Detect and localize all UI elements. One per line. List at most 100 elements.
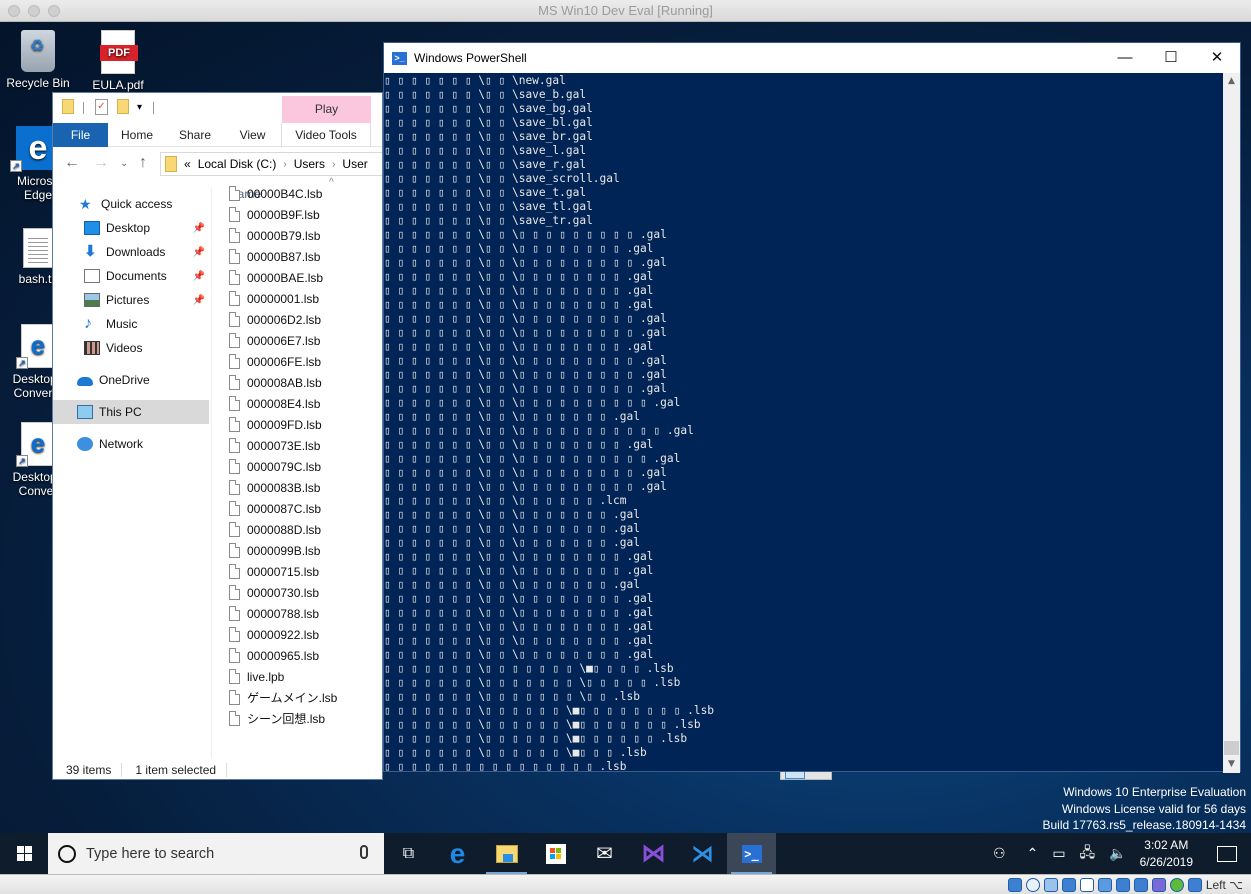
breadcrumb-chevron-icon[interactable]: › [332,159,335,170]
file-list-item[interactable]: live.lpb [229,666,284,687]
minimize-button[interactable]: — [1102,43,1148,73]
address-bar[interactable]: « Local Disk (C:) › Users › User [160,152,382,176]
taskbar-powershell[interactable]: >_ [727,833,776,874]
breadcrumb-chevron-icon[interactable]: › [283,159,286,170]
pin-icon[interactable]: 📌 [193,247,205,258]
file-list-item[interactable]: シーン回想.lsb [229,708,325,729]
taskbar-file-explorer[interactable] [482,833,531,874]
pin-icon[interactable]: 📌 [193,295,205,306]
tab-file[interactable]: File [53,123,108,147]
show-hidden-icons-chevron-icon[interactable]: ⌃ [1027,845,1039,862]
battery-icon[interactable]: ▭ [1052,845,1065,862]
file-list-item[interactable]: 0000099B.lsb [229,540,320,561]
microphone-icon[interactable] [360,845,368,859]
breadcrumb-overflow[interactable]: « [184,157,191,171]
breadcrumb-user[interactable]: User [342,157,367,171]
file-list-item[interactable]: 00000730.lsb [229,582,319,603]
tab-home[interactable]: Home [108,123,166,147]
back-arrow-icon[interactable]: ← [64,154,80,172]
audio-icon[interactable] [1043,877,1058,892]
file-list-item[interactable]: 00000B4C.lsb [229,183,322,204]
breadcrumb-users[interactable]: Users [294,157,325,171]
taskbar-visual-studio[interactable]: ⋈ [629,833,678,874]
up-arrow-icon[interactable]: ↑ [139,154,147,172]
file-list-item[interactable]: 000006E7.lsb [229,330,320,351]
file-list-item[interactable]: 0000073E.lsb [229,435,320,456]
scrollbar-thumb[interactable] [1224,741,1239,755]
taskbar-edge[interactable]: e [433,833,482,874]
file-list-item[interactable]: 00000BAE.lsb [229,267,323,288]
taskbar-mail[interactable]: ✉ [580,833,629,874]
nav-item-network[interactable]: Network [53,432,209,456]
tab-share[interactable]: Share [166,123,224,147]
vt-x-icon[interactable] [1151,877,1166,892]
clock[interactable]: 3:02 AM 6/26/2019 [1140,837,1193,871]
hard-disk-icon[interactable] [1007,877,1022,892]
new-folder-icon[interactable] [117,99,129,114]
file-list-item[interactable]: 00000965.lsb [229,645,319,666]
file-list-item[interactable]: 00000001.lsb [229,288,319,309]
file-list-item[interactable]: 00000B9F.lsb [229,204,320,225]
vertical-scrollbar[interactable]: ▲ ▼ [1223,73,1240,773]
play-context-tab[interactable]: Play [282,96,371,123]
pane-divider[interactable] [211,188,212,758]
action-center-icon[interactable] [1217,845,1237,862]
pin-icon[interactable]: 📌 [193,271,205,282]
file-list-item[interactable]: 000008AB.lsb [229,372,322,393]
powershell-titlebar[interactable]: >_ Windows PowerShell — ☐ ✕ [384,43,1240,73]
network-icon[interactable]: 🖧 [1080,842,1096,866]
start-button[interactable] [0,833,48,874]
console-output[interactable]: ▯ ▯ ▯ ▯ ▯ ▯ ▯ \▯ ▯ \new.gal ▯ ▯ ▯ ▯ ▯ ▯ ▯… [384,73,1224,773]
customize-toolbar-dropdown-icon[interactable]: ▾ [137,102,142,113]
file-list-item[interactable]: 00000B79.lsb [229,225,320,246]
file-list-item[interactable]: 00000788.lsb [229,603,319,624]
tab-view[interactable]: View [224,123,281,147]
file-list-item[interactable]: 00000B87.lsb [229,246,320,267]
scroll-up-arrow-icon[interactable]: ▲ [1223,73,1240,90]
people-icon[interactable]: ⚇ [993,845,1006,862]
mouse-integration-icon[interactable] [1187,877,1202,892]
file-list-item[interactable]: 00000715.lsb [229,561,319,582]
taskbar-vs-code[interactable]: ⋊ [678,833,727,874]
file-list-item[interactable]: 000006D2.lsb [229,309,321,330]
properties-icon[interactable]: ✓ [95,99,108,115]
tab-video-tools[interactable]: Video Tools [281,123,371,147]
breadcrumb-local-disk[interactable]: Local Disk (C:) [198,157,277,171]
file-list-item[interactable]: 000008E4.lsb [229,393,320,414]
volume-icon[interactable]: 🔈 [1109,845,1126,862]
network-adapter-icon[interactable] [1061,877,1076,892]
pin-icon[interactable]: 📌 [193,223,205,234]
nav-item-downloads[interactable]: ⬇ Downloads 📌 [53,240,209,264]
display-icon[interactable] [1115,877,1130,892]
seamless-icon[interactable] [1133,877,1148,892]
file-list-item[interactable]: 000006FE.lsb [229,351,321,372]
close-button[interactable]: ✕ [1194,43,1240,73]
guest-additions-icon[interactable] [1169,877,1184,892]
desktop-icon-eula-pdf[interactable]: PDF EULA.pdf [80,30,156,92]
optical-drive-icon[interactable] [1025,877,1040,892]
nav-item-onedrive[interactable]: OneDrive [53,368,209,392]
nav-item-videos[interactable]: Videos [53,336,209,360]
file-list-item[interactable]: 000009FD.lsb [229,414,322,435]
file-list-item[interactable]: 0000087C.lsb [229,498,321,519]
folder-icon[interactable] [62,99,74,114]
desktop-icon-recycle-bin[interactable]: Recycle Bin [0,30,76,90]
nav-item-this-pc[interactable]: This PC [53,400,209,424]
file-list-item[interactable]: 0000088D.lsb [229,519,321,540]
nav-item-pictures[interactable]: Pictures 📌 [53,288,209,312]
usb-icon[interactable] [1079,877,1094,892]
nav-item-documents[interactable]: Documents 📌 [53,264,209,288]
file-list-item[interactable]: 00000922.lsb [229,624,319,645]
file-list-item[interactable]: ゲームメイン.lsb [229,687,337,708]
taskbar-search-box[interactable]: Type here to search [48,833,384,874]
file-list-item[interactable]: 0000083B.lsb [229,477,320,498]
nav-item-quick-access[interactable]: ★ Quick access [53,192,209,216]
recent-locations-chevron-icon[interactable]: ⌄ [120,158,128,169]
maximize-button[interactable]: ☐ [1148,43,1194,73]
shared-folders-icon[interactable] [1097,877,1112,892]
nav-item-music[interactable]: ♪ Music [53,312,209,336]
taskbar-task-view[interactable]: ⧉ [384,833,433,874]
forward-arrow-icon[interactable]: → [93,154,109,172]
nav-item-desktop[interactable]: Desktop 📌 [53,216,209,240]
taskbar-store[interactable] [531,833,580,874]
